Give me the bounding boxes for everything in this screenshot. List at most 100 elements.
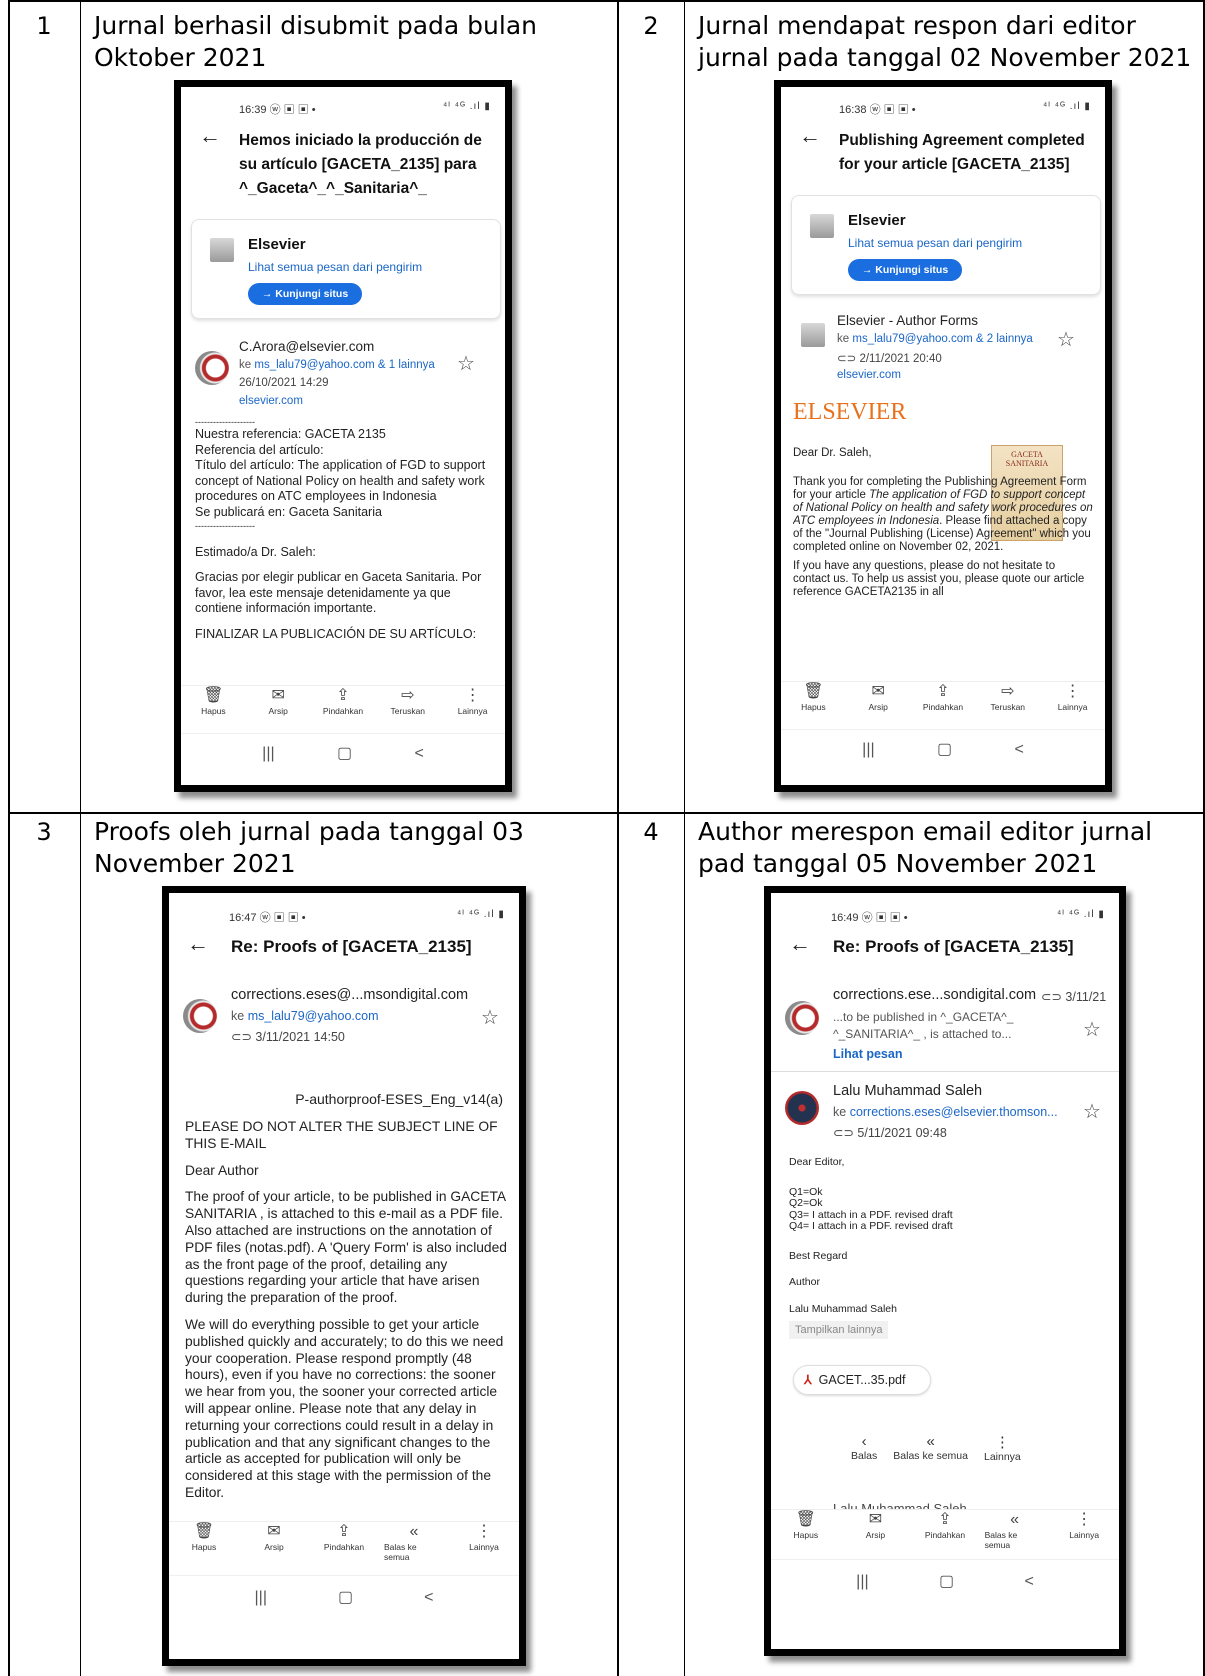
recent-apps-icon[interactable]: |||	[862, 730, 874, 769]
status-icons: ⁴ᴵ ⁴ᴳ .ıl ▮	[1043, 101, 1091, 112]
recent-apps-icon[interactable]: |||	[262, 734, 274, 773]
body-line: Se publicará en: Gaceta Sanitaria	[195, 504, 382, 519]
to-prefix: ke	[231, 1009, 245, 1023]
email-subject: Re: Proofs of [GACETA_2135]	[231, 937, 472, 956]
back-icon[interactable]: <	[424, 1576, 433, 1619]
sender-card: Elsevier Lihat semua pesan dari pengirim…	[191, 219, 501, 319]
star-icon[interactable]: ☆	[1083, 1017, 1101, 1042]
archive-button[interactable]: ✉ Arsip	[244, 1522, 304, 1571]
from-address: corrections.ese...sondigital.com	[833, 987, 1037, 1003]
more-button[interactable]: ⋮ Lainnya	[443, 686, 503, 729]
star-icon[interactable]: ☆	[1083, 1099, 1101, 1124]
attachment-chip[interactable]: ⅄ GACET...35.pdf	[793, 1365, 931, 1395]
row-caption: Jurnal berhasil disubmit pada bulan Okto…	[94, 11, 537, 72]
table-border-top	[8, 0, 1205, 2]
elsevier-logo-icon	[210, 238, 234, 262]
see-message-link[interactable]: Lihat pesan	[833, 1047, 902, 1061]
email-subject: Hemos iniciado la producción de su artíc…	[239, 132, 482, 197]
reply-all-icon: «	[1010, 1511, 1020, 1528]
back-icon[interactable]: <	[414, 734, 423, 773]
more-icon: ⋮	[464, 687, 481, 704]
move-button[interactable]: ⇪ Pindahkan	[915, 1510, 975, 1555]
delete-button[interactable]: 🗑 Hapus	[174, 1522, 234, 1571]
move-button[interactable]: ⇪ Pindahkan	[313, 686, 373, 729]
body-paragraph: We will do everything possible to get yo…	[185, 1316, 504, 1500]
back-icon[interactable]: <	[1024, 1560, 1033, 1603]
visit-site-button[interactable]: → Kunjungi situs	[848, 259, 962, 281]
home-icon[interactable]: ▢	[337, 734, 352, 773]
reply-all-button[interactable]: «Balas ke semua	[384, 1522, 444, 1571]
table-divider	[684, 0, 685, 1676]
archive-icon: ✉	[271, 687, 285, 704]
reply-all-icon: «	[926, 1433, 935, 1450]
back-arrow-icon[interactable]: ←	[799, 123, 821, 149]
body-text: If you have any questions, please do not…	[793, 560, 1085, 598]
star-icon[interactable]: ☆	[1057, 327, 1075, 352]
table-row-divider	[8, 812, 1205, 814]
reply-icon: ‹	[861, 1433, 867, 1450]
from-address: Elsevier - Author Forms	[837, 313, 979, 328]
avatar	[785, 1091, 819, 1125]
reply-all-button[interactable]: «Balas ke semua	[893, 1433, 968, 1463]
move-button[interactable]: ⇪ Pindahkan	[314, 1522, 374, 1571]
body-line: FINALIZAR LA PUBLICACIÓN DE SU ARTÍCULO:	[195, 626, 477, 641]
see-all-link[interactable]: Lihat semua pesan dari pengirim	[248, 260, 422, 274]
back-arrow-icon[interactable]: ←	[199, 123, 221, 149]
row-number: 1	[36, 12, 52, 40]
move-icon: ⇪	[336, 687, 350, 704]
recipients-link[interactable]: ms_lalu79@yahoo.com	[248, 1009, 379, 1023]
show-more-button[interactable]: Tampilkan lainnya	[789, 1321, 889, 1339]
move-button[interactable]: ⇪ Pindahkan	[913, 682, 973, 725]
screenshot-3: 16:47 ⓦ ▣ ▣ • ⁴ᴵ ⁴ᴳ .ıl ▮ ← Re: Proofs o…	[162, 886, 526, 1666]
more-icon: ⋮	[1064, 683, 1081, 700]
email-domain[interactable]: elsevier.com	[837, 369, 901, 381]
forward-button[interactable]: ⇨ Teruskan	[378, 686, 438, 729]
recipients-link[interactable]: corrections.eses@elsevier.thomson...	[850, 1105, 1058, 1119]
elsevier-brand-logo: ELSEVIER	[793, 399, 907, 425]
home-icon[interactable]: ▢	[937, 730, 952, 769]
home-icon[interactable]: ▢	[939, 1560, 954, 1603]
star-icon[interactable]: ☆	[481, 1005, 499, 1030]
recipients-link[interactable]: ms_lalu79@yahoo.com & 1 lainnya	[254, 359, 434, 371]
status-icons: ⁴ᴵ ⁴ᴳ .ıl ▮	[1057, 909, 1105, 920]
email-date: ⊂⊃ 5/11/2021 09:48	[833, 1126, 947, 1140]
body-line: Referencia del artículo:	[195, 442, 324, 457]
delete-button[interactable]: 🗑 Hapus	[776, 1510, 836, 1555]
screenshot-2: 16:38 ⓦ ▣ ▣ • ⁴ᴵ ⁴ᴳ .ıl ▮ ← Publishing A…	[774, 80, 1112, 792]
star-icon[interactable]: ☆	[457, 351, 475, 376]
reply-all-button[interactable]: «Balas ke semua	[985, 1510, 1045, 1555]
back-arrow-icon[interactable]: ←	[187, 931, 209, 957]
archive-button[interactable]: ✉ Arsip	[845, 1510, 905, 1555]
visit-site-button[interactable]: → Kunjungi situs	[248, 283, 362, 305]
body-line: Título del artículo: The application of …	[195, 458, 486, 504]
forward-icon: ⇨	[401, 687, 415, 704]
status-time: 16:49 ⓦ ▣ ▣ •	[831, 912, 908, 924]
archive-icon: ✉	[868, 1511, 883, 1528]
email-domain[interactable]: elsevier.com	[239, 395, 303, 407]
reply-button[interactable]: ‹ Balas	[851, 1433, 877, 1463]
more-button[interactable]: ⋮ Lainnya	[1043, 682, 1103, 725]
more-button[interactable]: ⋮ Lainnya	[984, 1433, 1021, 1463]
row-number: 4	[643, 818, 659, 846]
table-divider	[617, 0, 619, 1676]
back-icon[interactable]: <	[1014, 730, 1023, 769]
email-toolbar: 🗑 Hapus ✉ Arsip ⇪ Pindahkan ⇨ Teruskan ⋮ Lain…	[781, 681, 1105, 725]
email-toolbar: 🗑 Hapus ✉ Arsip ⇪ Pindahkan «Balas ke semua…	[771, 1509, 1119, 1555]
archive-button[interactable]: ✉ Arsip	[848, 682, 908, 725]
home-icon[interactable]: ▢	[338, 1576, 353, 1619]
more-icon: ⋮	[476, 1523, 492, 1540]
more-icon: ⋮	[1076, 1511, 1093, 1528]
archive-button[interactable]: ✉ Arsip	[248, 686, 308, 729]
see-all-link[interactable]: Lihat semua pesan dari pengirim	[848, 236, 1022, 250]
recent-apps-icon[interactable]: |||	[255, 1576, 267, 1619]
delete-button[interactable]: 🗑 Hapus	[783, 682, 843, 725]
forward-button[interactable]: ⇨ Teruskan	[978, 682, 1038, 725]
email-body: -------------------- Nuestra referencia:…	[195, 417, 487, 687]
more-button[interactable]: ⋮ Lainnya	[454, 1522, 514, 1571]
more-button[interactable]: ⋮ Lainnya	[1054, 1510, 1114, 1555]
status-time: 16:39 ⓦ ▣ ▣ •	[239, 104, 316, 116]
back-arrow-icon[interactable]: ←	[789, 931, 811, 957]
recipients-link[interactable]: ms_lalu79@yahoo.com & 2 lainnya	[852, 333, 1032, 345]
delete-button[interactable]: 🗑 Hapus	[183, 686, 243, 729]
recent-apps-icon[interactable]: |||	[856, 1560, 868, 1603]
